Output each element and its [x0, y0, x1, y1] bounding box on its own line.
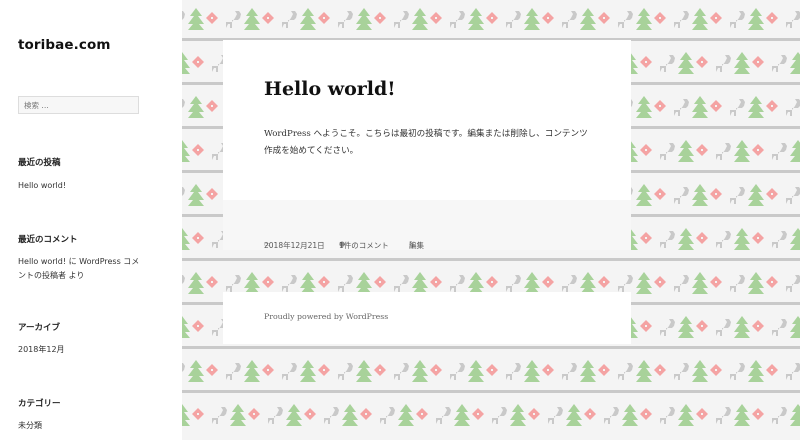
content-area: Hello world! WordPress へようこそ。こちらは最初の投稿です… [182, 0, 800, 440]
widget-title-recent-comments: 最近のコメント [18, 235, 78, 245]
archive-link[interactable]: 2018年12月 [18, 343, 146, 357]
post-date: 2018年12月21日 [264, 241, 325, 250]
recent-comment-link[interactable]: Hello world! に WordPress コメントの投稿者 より [18, 255, 146, 283]
post-card: Hello world! WordPress へようこそ。こちらは最初の投稿です… [223, 40, 631, 200]
post-title[interactable]: Hello world! [264, 78, 396, 100]
pattern-band [182, 346, 800, 390]
search-input[interactable] [18, 96, 139, 114]
sidebar: toribae.com 最近の投稿 Hello world! 最近のコメント H… [0, 0, 182, 440]
post-comments: 1件のコメント [339, 241, 389, 250]
footer-credit-link[interactable]: Proudly powered by WordPress [264, 312, 388, 321]
pattern-band [182, 0, 800, 38]
pattern-band [182, 390, 800, 434]
widget-title-categories: カテゴリー [18, 399, 61, 409]
recent-post-link[interactable]: Hello world! [18, 179, 146, 193]
site-footer: Proudly powered by WordPress [223, 292, 631, 344]
post-edit: 編集 [409, 241, 424, 250]
post-body: WordPress へようこそ。こちらは最初の投稿です。編集または削除し、コンテ… [264, 129, 588, 156]
post-meta: ▭ 2018年12月21日 ● 1件のコメント ✎ 編集 [223, 200, 631, 250]
widget-title-recent-posts: 最近の投稿 [18, 158, 61, 168]
widget-title-archives: アーカイブ [18, 323, 60, 333]
site-title[interactable]: toribae.com [18, 37, 111, 53]
category-link[interactable]: 未分類 [18, 419, 146, 433]
